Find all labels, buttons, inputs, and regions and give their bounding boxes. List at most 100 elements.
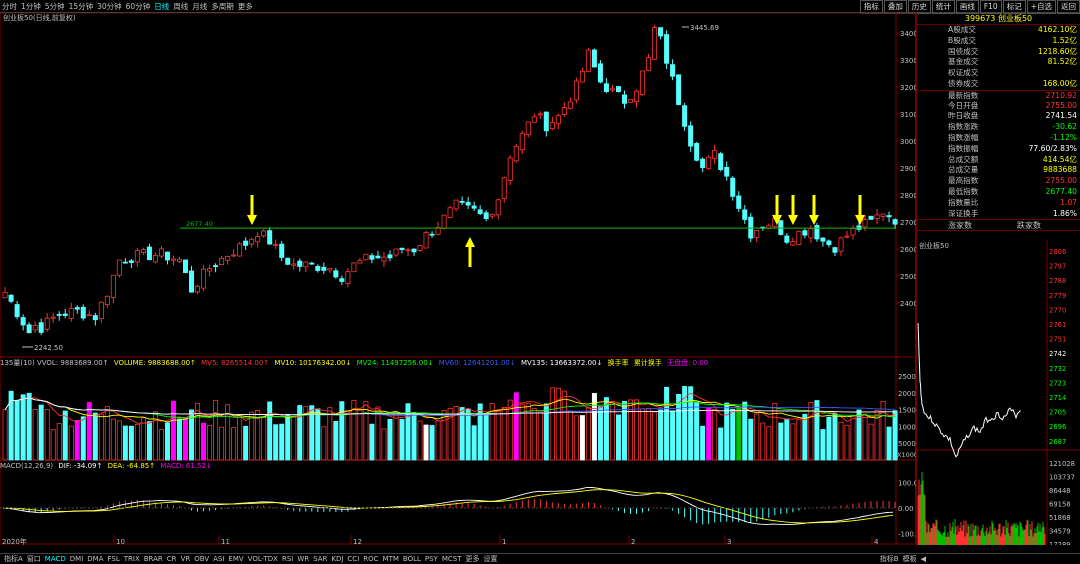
volume-bar bbox=[291, 416, 297, 461]
chart-area[interactable]: 3400 3300 3200 3100 3000 2900 2800 2700 2600 2500… bbox=[0, 13, 916, 545]
tool-button-5[interactable]: F10 bbox=[979, 0, 1002, 14]
tool-button-0[interactable]: 指标 bbox=[859, 0, 883, 14]
candle-body bbox=[573, 80, 579, 101]
mini-price-label: 2806 bbox=[1049, 248, 1066, 256]
candle-body bbox=[80, 306, 86, 319]
volume-bar bbox=[477, 403, 483, 461]
quote-label: 今日开盘 bbox=[948, 100, 979, 110]
volume-bar bbox=[321, 426, 327, 461]
volume-bar bbox=[435, 420, 441, 461]
period-tab-7[interactable]: 周线 bbox=[171, 0, 190, 13]
period-tab-3[interactable]: 15分钟 bbox=[67, 0, 96, 13]
volume-bar bbox=[423, 424, 429, 461]
tool-button-4[interactable]: 画线 bbox=[955, 0, 979, 14]
period-tab-6[interactable]: 日线 bbox=[152, 0, 171, 13]
mini-price-label: 2761 bbox=[1049, 321, 1066, 329]
candle-body bbox=[814, 225, 820, 240]
candle-body bbox=[225, 256, 231, 261]
volume-bar bbox=[14, 399, 20, 461]
candle-body bbox=[285, 257, 291, 265]
period-tab-5[interactable]: 60分钟 bbox=[124, 0, 153, 13]
tool-button-6[interactable]: 标记 bbox=[1002, 0, 1026, 14]
tool-button-3[interactable]: 统计 bbox=[931, 0, 955, 14]
price-tick-label: 2600 bbox=[900, 246, 916, 254]
candle-body bbox=[712, 149, 718, 159]
period-tab-4[interactable]: 30分钟 bbox=[95, 0, 124, 13]
quote-row: 今日开盘 2755.00 bbox=[917, 101, 1080, 112]
candle-body bbox=[676, 74, 682, 105]
volume-bar bbox=[429, 425, 435, 461]
intraday-chart[interactable]: 创业板50 2806 2797 2788 2779 2770 2761 2751 2742 273… bbox=[917, 240, 1080, 545]
quote-panel: 399673 创业板50 A股成交 4162.10亿 B股成交 1.52亿 国债成交 12… bbox=[916, 13, 1080, 545]
volume-bar bbox=[748, 418, 754, 461]
volume-bar bbox=[567, 410, 573, 461]
volume-bar bbox=[80, 416, 86, 461]
candle-body bbox=[219, 257, 225, 266]
volume-bar bbox=[531, 408, 537, 461]
tool-button-2[interactable]: 历史 bbox=[907, 0, 931, 14]
quote-row: 总成交额 414.54亿 bbox=[917, 155, 1080, 166]
price-tick-label: 3000 bbox=[900, 138, 916, 146]
volume-bar bbox=[621, 401, 627, 461]
quote-value: 168.00亿 bbox=[1042, 78, 1077, 88]
vol-tick-label: 5000 bbox=[898, 440, 916, 448]
price-tick-label: 2900 bbox=[900, 165, 916, 173]
volume-bar bbox=[140, 417, 146, 461]
volume-bar bbox=[591, 393, 597, 461]
volume-bar bbox=[880, 400, 886, 461]
volume-bar bbox=[537, 410, 543, 461]
volume-bar bbox=[646, 408, 652, 461]
volume-bar bbox=[573, 415, 579, 461]
candle-body bbox=[104, 295, 110, 305]
period-tab-10[interactable]: 更多 bbox=[236, 0, 255, 13]
candle-body bbox=[44, 317, 50, 330]
arrow-head bbox=[247, 215, 257, 225]
quote-value: -30.62 bbox=[1052, 122, 1077, 132]
volume-bar bbox=[820, 429, 826, 461]
period-tab-0[interactable]: 分时 bbox=[0, 0, 19, 13]
mini-vol-label: 69158 bbox=[1049, 501, 1071, 509]
volume-bar bbox=[8, 390, 14, 461]
volume-bar bbox=[213, 399, 219, 461]
period-tab-1[interactable]: 1分钟 bbox=[19, 0, 43, 13]
mini-title: 创业板50 bbox=[919, 241, 949, 250]
quote-row: 国债成交 1218.60亿 bbox=[917, 47, 1080, 58]
candle-body bbox=[886, 215, 892, 218]
quote-label: 指数涨跌 bbox=[948, 122, 979, 132]
quote-row: 最新指数 2710.92 bbox=[917, 89, 1080, 101]
period-tab-2[interactable]: 5分钟 bbox=[43, 0, 67, 13]
candle-body bbox=[399, 247, 405, 250]
candle-body bbox=[465, 201, 471, 206]
mini-vol-label: 34579 bbox=[1049, 528, 1071, 536]
candle-body bbox=[862, 219, 868, 228]
candle-body bbox=[796, 230, 802, 245]
candle-body bbox=[98, 301, 104, 320]
quote-label: 指数振幅 bbox=[948, 143, 979, 153]
candle-body bbox=[832, 247, 838, 253]
volume-title: 135量(10) VVOL: 9883689.00↑ VOLUME: 98836… bbox=[0, 359, 708, 368]
quote-row: 深证换手 1.86% bbox=[917, 209, 1080, 220]
period-tab-9[interactable]: 多周期 bbox=[209, 0, 236, 13]
volume-bar bbox=[724, 402, 730, 461]
candle-body bbox=[471, 205, 477, 209]
x-axis-label: 10 bbox=[116, 538, 125, 545]
quote-label: 昨日收盘 bbox=[948, 111, 979, 121]
period-tab-8[interactable]: 月线 bbox=[190, 0, 209, 13]
candle-body bbox=[411, 248, 417, 253]
candle-body bbox=[213, 265, 219, 268]
price-tick-label: 2500 bbox=[900, 273, 916, 281]
x-axis-label: 2020年 bbox=[2, 537, 27, 545]
tool-button-1[interactable]: 叠加 bbox=[883, 0, 907, 14]
quote-row: B股成交 1.52亿 bbox=[917, 36, 1080, 47]
candle-body bbox=[802, 230, 808, 236]
volume-bar bbox=[267, 401, 273, 461]
candle-body bbox=[682, 105, 688, 127]
quote-label: 指数量比 bbox=[948, 197, 979, 207]
vol-tick-label: 15000 bbox=[898, 407, 916, 415]
candle-body bbox=[724, 166, 730, 177]
tool-button-7[interactable]: +自选 bbox=[1026, 0, 1056, 14]
candle-body bbox=[694, 143, 700, 161]
indicator-bar: 指标A 窗口 MACD DMI DMA FSL TRIX BRAR CR VR OBV ASI EMV V… bbox=[0, 553, 1080, 563]
tool-button-8[interactable]: 返回 bbox=[1057, 0, 1080, 14]
candle-body bbox=[110, 274, 116, 299]
